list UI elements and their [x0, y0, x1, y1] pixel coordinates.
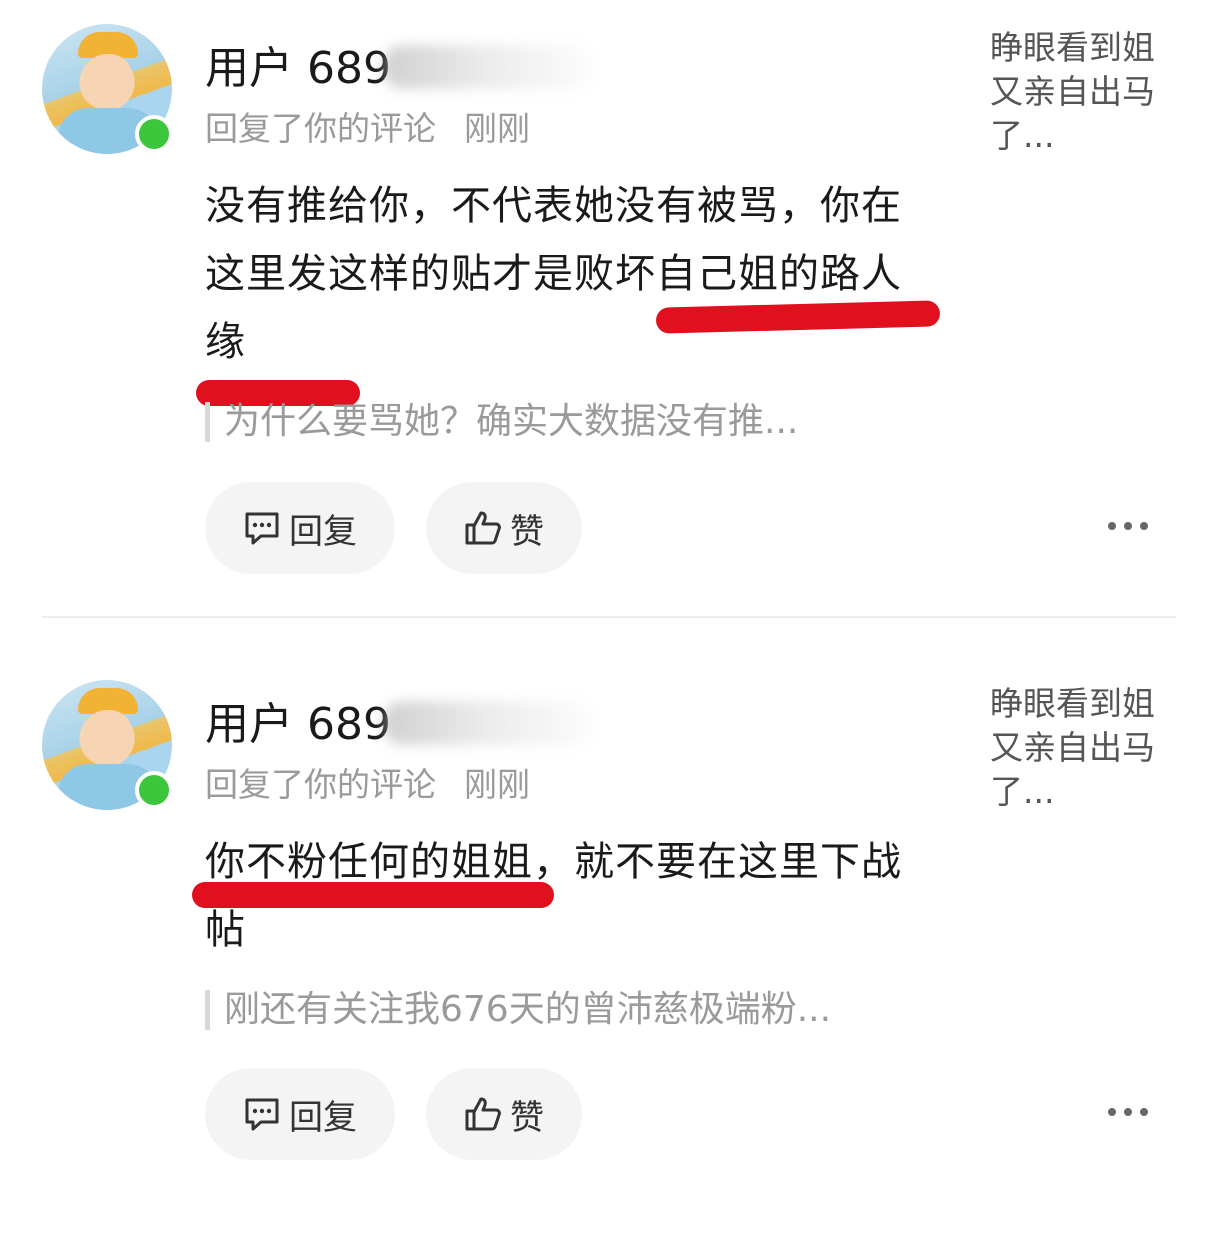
like-button[interactable]: 赞: [426, 482, 582, 574]
more-options-icon[interactable]: [1108, 522, 1148, 532]
username-text: 用户 689: [205, 699, 391, 750]
thumbs-up-icon: [465, 511, 501, 545]
avatar-face: [82, 710, 134, 766]
online-status-dot: [135, 115, 173, 153]
like-label: 赞: [510, 511, 544, 552]
red-underline-annotation: [192, 882, 554, 908]
avatar-face: [82, 54, 134, 110]
reply-button[interactable]: 回复: [205, 482, 395, 574]
username-redaction: [382, 45, 593, 89]
username-text: 用户 689: [205, 43, 391, 94]
more-options-icon[interactable]: [1108, 1108, 1148, 1118]
timestamp: 刚刚: [464, 109, 530, 148]
reply-label: 回复: [289, 1097, 357, 1138]
reply-label: 回复: [289, 511, 357, 552]
like-button[interactable]: 赞: [426, 1068, 582, 1160]
quoted-comment[interactable]: 为什么要骂她？确实大数据没有推...: [205, 402, 798, 442]
like-label: 赞: [510, 1097, 544, 1138]
notification-meta: 回复了你的评论 刚刚: [205, 102, 530, 150]
notification-item[interactable]: 用户 689 回复了你的评论 刚刚 睁眼看到姐又亲自出马了... 没有推给你，不代…: [0, 0, 1206, 600]
reply-button[interactable]: 回复: [205, 1068, 395, 1160]
divider: [42, 616, 1176, 618]
action-text: 回复了你的评论: [205, 765, 436, 804]
thumbs-up-icon: [465, 1097, 501, 1131]
comment-icon: [245, 512, 279, 545]
notification-meta: 回复了你的评论 刚刚: [205, 758, 530, 806]
original-post-preview[interactable]: 睁眼看到姐又亲自出马了...: [990, 26, 1170, 158]
comment-text: 没有推给你，不代表她没有被骂，你在这里发这样的贴才是败坏自己姐的路人缘: [205, 183, 902, 365]
username[interactable]: 用户 689: [205, 32, 593, 96]
username-redaction: [382, 701, 593, 745]
comment-icon: [245, 1098, 279, 1131]
original-post-preview[interactable]: 睁眼看到姐又亲自出马了...: [990, 682, 1170, 814]
username[interactable]: 用户 689: [205, 688, 593, 752]
online-status-dot: [135, 771, 173, 809]
quoted-comment[interactable]: 刚还有关注我676天的曾沛慈极端粉...: [205, 990, 831, 1030]
notification-item[interactable]: 用户 689 回复了你的评论 刚刚 睁眼看到姐又亲自出马了... 你不粉任何的姐姐…: [0, 656, 1206, 1256]
timestamp: 刚刚: [464, 765, 530, 804]
action-text: 回复了你的评论: [205, 109, 436, 148]
